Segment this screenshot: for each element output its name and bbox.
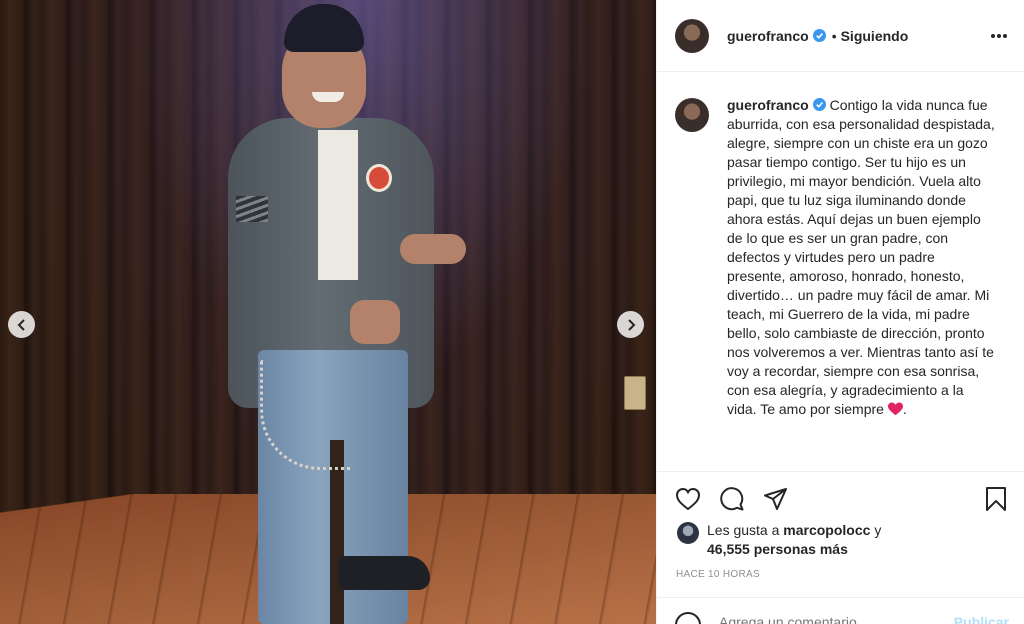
avatar[interactable]: [675, 18, 709, 53]
header-username[interactable]: guerofranco: [727, 28, 809, 44]
post-photo[interactable]: [0, 0, 656, 624]
more-options-button[interactable]: [989, 26, 1009, 46]
wall-outlet: [624, 376, 646, 410]
liker-avatar[interactable]: [677, 522, 699, 544]
caption-end: .: [902, 401, 907, 417]
person-figure: [220, 0, 480, 624]
share-icon: [764, 488, 787, 510]
pointing-hand: [400, 234, 466, 264]
more-options-icon: [991, 34, 1007, 38]
likes-prefix: Les gusta a: [707, 522, 780, 538]
following-button[interactable]: Siguiendo: [841, 28, 909, 44]
post-caption: guerofranco Contigo la vida nunca fue ab…: [675, 96, 1015, 419]
next-photo-button[interactable]: [617, 311, 644, 338]
like-button[interactable]: [675, 486, 703, 514]
liker-username[interactable]: marcopolocc: [783, 522, 870, 538]
shirt: [318, 130, 358, 280]
comment-bar: Publicar: [657, 597, 1024, 624]
smile: [312, 92, 344, 102]
hair: [284, 4, 364, 52]
comment-button[interactable]: [719, 486, 747, 514]
caption-text: guerofranco Contigo la vida nunca fue ab…: [727, 96, 997, 419]
shoe: [338, 556, 430, 590]
jacket-patch: [366, 164, 392, 192]
verified-badge-icon: [812, 98, 826, 111]
comment-icon: [720, 487, 744, 511]
publish-button[interactable]: Publicar: [954, 614, 1009, 624]
verified-badge-icon: [812, 29, 826, 42]
chevron-left-icon: [17, 318, 25, 331]
likes-text: Les gusta a marcopolocc y 46,555 persona…: [707, 521, 881, 559]
prev-photo-button[interactable]: [8, 311, 35, 338]
sleeve-patch: [236, 196, 268, 222]
likes-count[interactable]: 46,555 personas más: [707, 541, 848, 557]
bookmark-icon: [986, 487, 1006, 511]
emoji-icon[interactable]: [675, 612, 701, 624]
comment-input[interactable]: [719, 614, 939, 624]
post-header: guerofranco • Siguiendo: [657, 0, 1024, 72]
red-heart-icon: [887, 402, 903, 416]
likes-summary: Les gusta a marcopolocc y 46,555 persona…: [677, 521, 1017, 559]
heart-icon: [675, 487, 701, 511]
lower-hand: [350, 300, 400, 344]
post-timestamp[interactable]: HACE 10 HORAS: [676, 569, 760, 580]
separator-dot: •: [831, 27, 837, 44]
caption-avatar[interactable]: [675, 98, 709, 132]
likes-joiner: y: [874, 522, 882, 538]
share-button[interactable]: [763, 486, 791, 514]
action-bar: [657, 471, 1024, 527]
caption-body: Contigo la vida nunca fue aburrida, con …: [727, 97, 995, 417]
caption-username[interactable]: guerofranco: [727, 97, 809, 113]
chevron-right-icon: [627, 318, 635, 331]
post-side-panel: guerofranco • Siguiendo guerofranco Cont…: [656, 0, 1024, 624]
save-button[interactable]: [983, 486, 1011, 514]
